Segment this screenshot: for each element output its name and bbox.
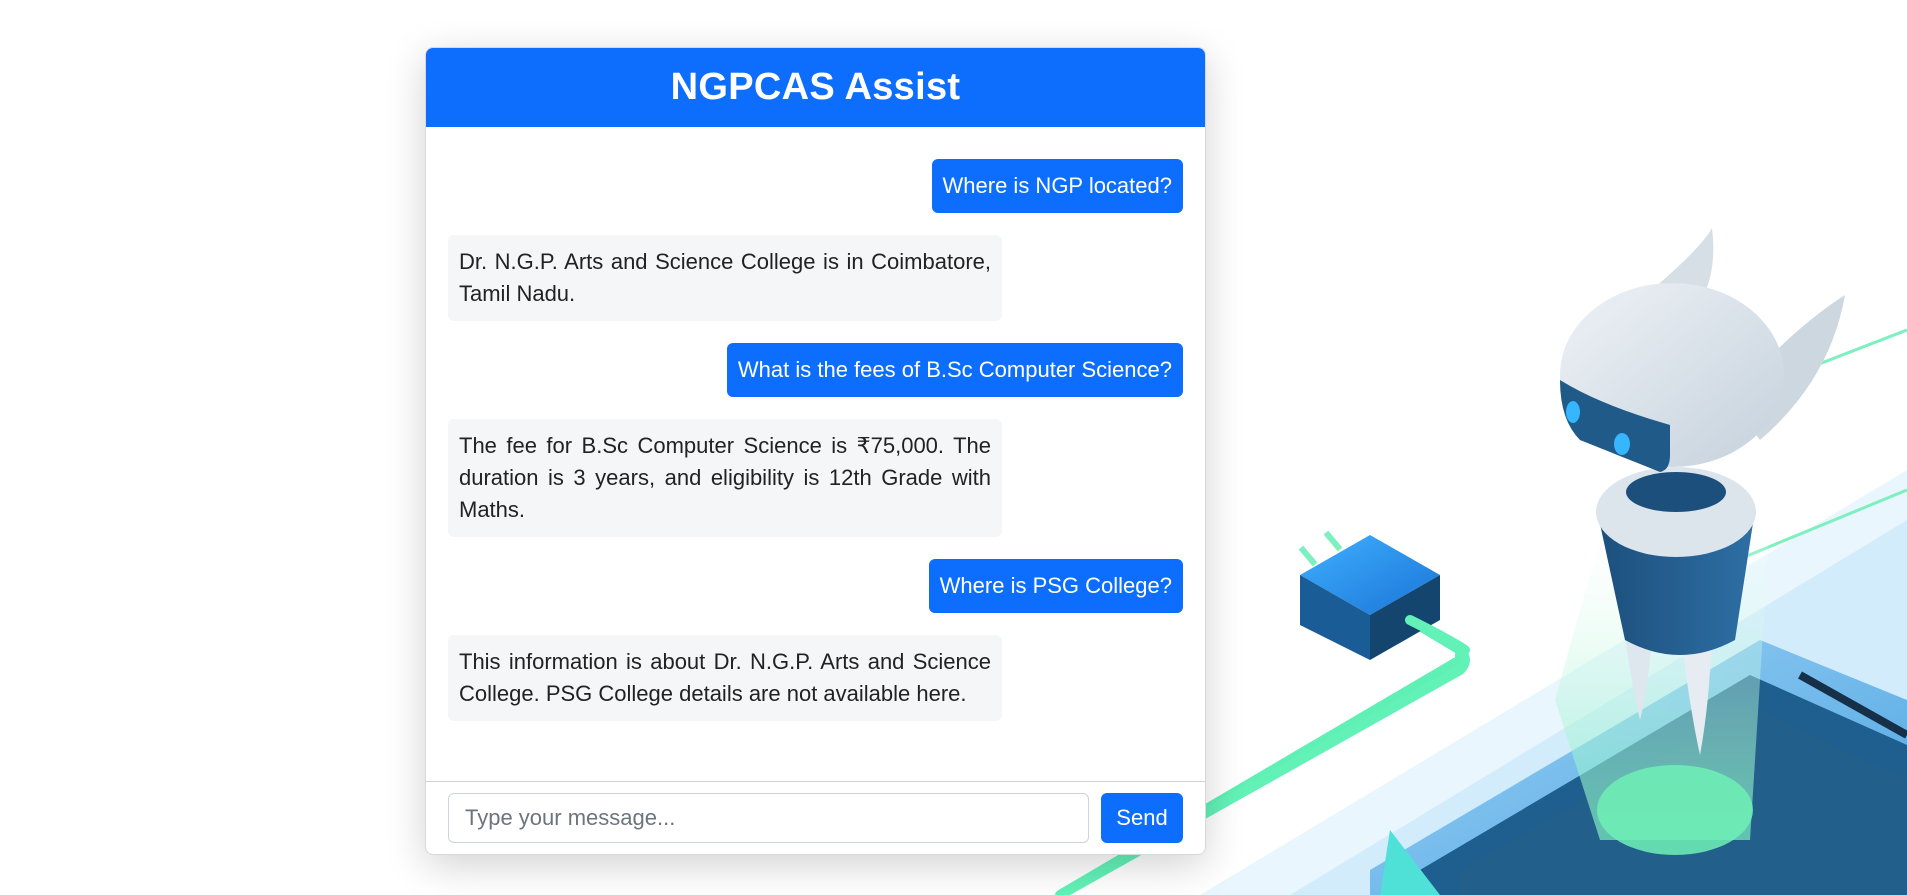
message-list[interactable]: Where is NGP located? Dr. N.G.P. Arts an… [426,127,1205,781]
bot-message: Dr. N.G.P. Arts and Science College is i… [448,235,1002,321]
page: NGPCAS Assist Where is NGP located? Dr. … [0,0,1907,895]
chat-input-bar: Send [426,781,1205,854]
chat-window: NGPCAS Assist Where is NGP located? Dr. … [425,47,1206,855]
power-plug-icon [1298,530,1470,660]
bot-message: The fee for B.Sc Computer Science is ₹75… [448,419,1002,537]
user-message: What is the fees of B.Sc Computer Scienc… [726,343,1183,397]
message-input[interactable] [448,793,1089,843]
user-message: Where is PSG College? [928,559,1183,613]
chat-title: NGPCAS Assist [670,66,961,108]
user-message: Where is NGP located? [931,159,1183,213]
chat-header: NGPCAS Assist [426,48,1205,127]
send-button[interactable]: Send [1101,793,1183,843]
bot-message: This information is about Dr. N.G.P. Art… [448,635,1002,721]
